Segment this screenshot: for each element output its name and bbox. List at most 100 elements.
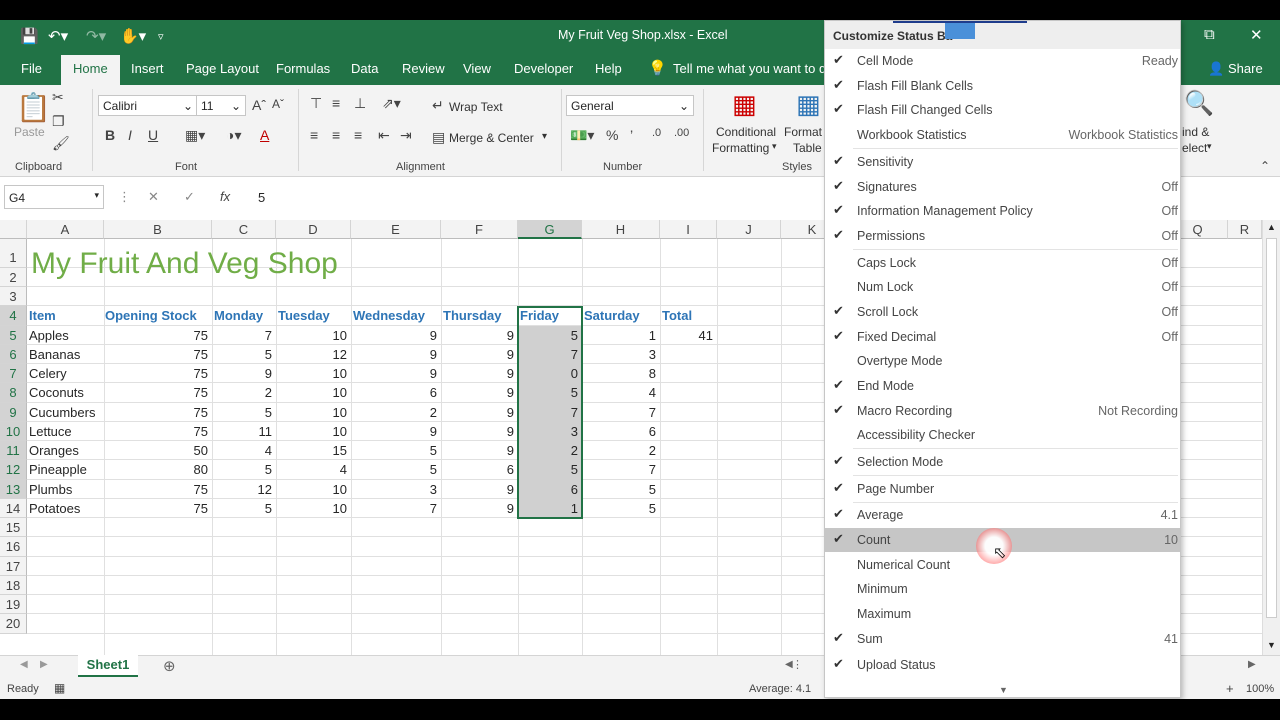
restore-icon[interactable]: ⧉ <box>1204 26 1215 43</box>
row-header[interactable]: 20 <box>0 614 27 634</box>
column-title[interactable]: Total <box>662 306 717 325</box>
chevron-down-icon[interactable]: ▾ <box>542 131 547 142</box>
value-cell[interactable]: 9 <box>352 345 440 364</box>
value-cell[interactable]: 2 <box>519 441 581 460</box>
column-header[interactable]: D <box>276 220 351 239</box>
value-cell[interactable]: 7 <box>519 403 581 422</box>
value-cell[interactable]: 75 <box>104 499 211 518</box>
row-header[interactable]: 6 <box>0 345 27 364</box>
value-cell[interactable]: 75 <box>104 403 211 422</box>
value-cell[interactable]: 10 <box>277 480 350 499</box>
value-cell[interactable]: 7 <box>213 326 275 345</box>
value-cell[interactable]: 2 <box>352 403 440 422</box>
zoom-in-icon[interactable]: + <box>1226 681 1234 696</box>
menu-item-caps-lock[interactable]: Caps Lock Off <box>825 251 1180 275</box>
column-header[interactable]: B <box>104 220 212 239</box>
menu-item-signatures[interactable]: ✔ Signatures Off <box>825 175 1180 199</box>
value-cell[interactable]: 5 <box>519 460 581 479</box>
item-cell[interactable]: Potatoes <box>29 499 104 518</box>
value-cell[interactable]: 5 <box>583 499 659 518</box>
value-cell[interactable]: 1 <box>583 326 659 345</box>
scroll-down-icon[interactable]: ▼ <box>1267 640 1276 650</box>
value-cell[interactable]: 75 <box>104 480 211 499</box>
percent-icon[interactable]: % <box>606 127 618 143</box>
scroll-left-icon[interactable]: ◀ <box>785 659 793 670</box>
value-cell[interactable]: 3 <box>352 480 440 499</box>
align-middle-icon[interactable]: ≡ <box>332 95 340 111</box>
font-color-icon[interactable]: A <box>260 127 269 143</box>
value-cell[interactable]: 75 <box>104 364 211 383</box>
column-title[interactable]: Friday <box>520 306 582 325</box>
menu-item-permissions[interactable]: ✔ Permissions Off <box>825 224 1180 248</box>
touch-mode-icon[interactable]: ✋▾ <box>120 27 146 45</box>
value-cell[interactable]: 10 <box>277 326 350 345</box>
save-icon[interactable]: 💾 <box>20 27 39 45</box>
row-header[interactable]: 11 <box>0 441 27 460</box>
column-header[interactable]: J <box>717 220 781 239</box>
menu-item-workbook-statistics[interactable]: Workbook Statistics Workbook Statistics <box>825 123 1180 147</box>
formula-input[interactable]: 5 <box>258 190 265 205</box>
value-cell[interactable]: 5 <box>213 460 275 479</box>
value-cell[interactable]: 5 <box>352 441 440 460</box>
align-center-icon[interactable]: ≡ <box>332 127 340 143</box>
value-cell[interactable]: 6 <box>519 480 581 499</box>
decrease-font-icon[interactable]: Aˇ <box>272 97 284 111</box>
tab-review[interactable]: Review <box>402 61 445 76</box>
menu-item-cell-mode[interactable]: ✔ Cell Mode Ready <box>825 49 1180 73</box>
value-cell[interactable]: 9 <box>442 326 517 345</box>
cut-icon[interactable]: ✂ <box>52 89 64 106</box>
format-as-table-icon[interactable]: ▦ <box>796 89 821 120</box>
search-icon[interactable]: 🔍 <box>1184 89 1214 118</box>
redo-icon[interactable]: ↷▾ <box>86 27 106 45</box>
value-cell[interactable]: 75 <box>104 422 211 441</box>
row-header[interactable]: 3 <box>0 287 27 306</box>
row-header[interactable]: 7 <box>0 364 27 383</box>
close-icon[interactable]: ✕ <box>1250 26 1263 44</box>
fill-color-icon[interactable]: ◑▾ <box>226 127 241 144</box>
find-select-button[interactable]: ind & <box>1182 125 1209 139</box>
underline-button[interactable]: U <box>148 127 158 143</box>
item-cell[interactable]: Plumbs <box>29 480 104 499</box>
row-header[interactable]: 9 <box>0 403 27 422</box>
item-cell[interactable]: Lettuce <box>29 422 104 441</box>
sheet-tab[interactable]: Sheet1 <box>78 655 138 677</box>
zoom-level[interactable]: 100% <box>1246 683 1274 695</box>
value-cell[interactable]: 3 <box>583 345 659 364</box>
column-header[interactable]: E <box>351 220 441 239</box>
value-cell[interactable]: 9 <box>213 364 275 383</box>
value-cell[interactable]: 4 <box>277 460 350 479</box>
tab-formulas[interactable]: Formulas <box>276 61 330 76</box>
column-header[interactable]: F <box>441 220 518 239</box>
align-left-icon[interactable]: ≡ <box>310 127 318 143</box>
value-cell[interactable]: 5 <box>519 383 581 402</box>
value-cell[interactable]: 10 <box>277 403 350 422</box>
value-cell[interactable]: 2 <box>213 383 275 402</box>
decrease-decimal-icon[interactable]: .00 <box>674 127 689 139</box>
row-header[interactable]: 4 <box>0 306 27 326</box>
row-header[interactable]: 10 <box>0 422 27 441</box>
increase-decimal-icon[interactable]: .0 <box>652 127 661 139</box>
menu-item-maximum[interactable]: Maximum <box>825 602 1180 626</box>
scroll-right-icon[interactable]: ▶ <box>1248 659 1256 670</box>
value-cell[interactable]: 9 <box>442 422 517 441</box>
value-cell[interactable]: 9 <box>442 345 517 364</box>
row-header[interactable]: 18 <box>0 576 27 595</box>
value-cell[interactable]: 7 <box>352 499 440 518</box>
value-cell[interactable]: 6 <box>352 383 440 402</box>
column-title[interactable]: Saturday <box>584 306 660 325</box>
value-cell[interactable]: 9 <box>442 441 517 460</box>
menu-item-upload-status[interactable]: ✔ Upload Status <box>825 653 1180 677</box>
value-cell[interactable]: 9 <box>442 364 517 383</box>
value-cell[interactable]: 4 <box>583 383 659 402</box>
row-header[interactable]: 12 <box>0 460 27 480</box>
add-sheet-icon[interactable]: ⊕ <box>163 657 176 675</box>
total-cell[interactable]: 41 <box>661 326 716 345</box>
copy-icon[interactable]: ❐ <box>52 113 65 130</box>
value-cell[interactable]: 9 <box>352 422 440 441</box>
row-header[interactable]: 2 <box>0 268 27 287</box>
paste-icon[interactable]: 📋 <box>16 91 51 124</box>
value-cell[interactable]: 75 <box>104 345 211 364</box>
row-header[interactable]: 14 <box>0 499 27 518</box>
share-button[interactable]: Share <box>1228 61 1263 76</box>
menu-item-sum[interactable]: ✔ Sum 41 <box>825 627 1180 651</box>
